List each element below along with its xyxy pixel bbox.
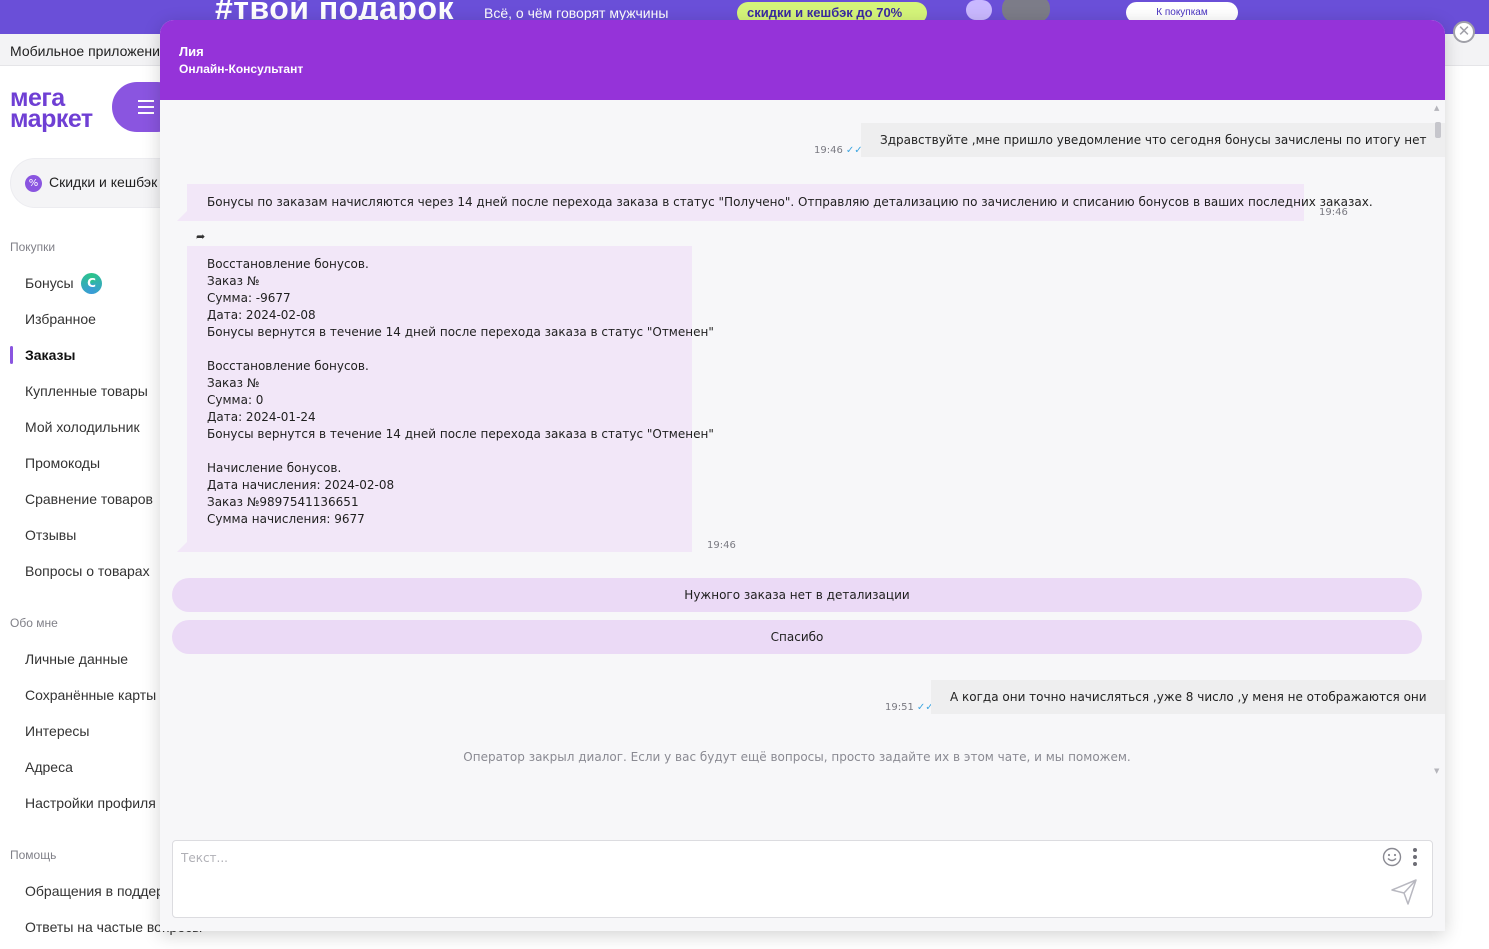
detail-line: Восстановление бонусов.: [207, 257, 369, 271]
detail-line: Заказ №: [207, 376, 260, 390]
sidebar-item-compare[interactable]: Сравнение товаров: [25, 491, 153, 507]
sidebar-item-questions[interactable]: Вопросы о товарах: [25, 563, 150, 579]
sidebar-item-favorites[interactable]: Избранное: [25, 311, 96, 327]
emoji-icon[interactable]: [1382, 847, 1402, 867]
sidebar-item-bonuses[interactable]: Бонусы: [25, 275, 74, 291]
send-icon[interactable]: [1390, 878, 1418, 906]
detail-line: Сумма: 0: [207, 393, 264, 407]
hamburger-icon: [138, 100, 154, 114]
outgoing-message: Здравствуйте ,мне пришло уведомление что…: [861, 123, 1445, 157]
forward-icon: ➦: [196, 230, 206, 243]
message-time-text: 19:51: [885, 702, 914, 713]
sidebar-item-personal-data[interactable]: Личные данные: [25, 651, 128, 667]
megamarket-logo[interactable]: мега маркет: [10, 85, 110, 134]
promo-chat-bubble-icon: [966, 0, 992, 20]
sidebar-item-interests[interactable]: Интересы: [25, 723, 89, 739]
message-time: 19:51 ✓✓: [885, 702, 934, 713]
sidebar-item-promocodes[interactable]: Промокоды: [25, 455, 100, 471]
detail-line: Заказ №: [207, 274, 260, 288]
sidebar-item-reviews[interactable]: Отзывы: [25, 527, 76, 543]
sidebar-item-addresses[interactable]: Адреса: [25, 759, 73, 775]
detail-line: Дата: 2024-02-08: [207, 308, 316, 322]
sidebar-item-orders[interactable]: Заказы: [25, 347, 75, 363]
message-text: А когда они точно начисляться ,уже 8 чис…: [950, 690, 1427, 704]
sidebar-section-help: Помощь: [10, 848, 57, 862]
promo-subtitle: Всё, о чём говорят мужчины: [484, 5, 669, 21]
detail-line: Заказ №9897541136651: [207, 495, 359, 509]
detail-line: Сумма начисления: 9677: [207, 512, 365, 526]
close-chat-button[interactable]: ✕: [1453, 21, 1475, 43]
chat-scrollbar[interactable]: ▲ ▼: [1434, 104, 1442, 776]
chat-window: Лия Онлайн-Консультант 19:46 ✓✓ Здравству…: [160, 20, 1445, 931]
message-input[interactable]: [181, 847, 1361, 869]
message-text: Здравствуйте ,мне пришло уведомление что…: [880, 133, 1427, 147]
incoming-message: Бонусы по заказам начисляются через 14 д…: [177, 184, 1373, 221]
search-text: Скидки и кешбэк: [49, 174, 158, 190]
logo-line-2: маркет: [10, 105, 93, 134]
detail-line: Бонусы вернутся в течение 14 дней после …: [207, 325, 714, 339]
message-composer: [172, 840, 1433, 918]
agent-role: Онлайн-Консультант: [179, 62, 304, 76]
message-time: 19:46 ✓✓: [814, 145, 863, 156]
outgoing-message: А когда они точно начисляться ,уже 8 чис…: [931, 680, 1445, 714]
sidebar-item-profile-settings[interactable]: Настройки профиля: [25, 795, 156, 811]
scrollbar-thumb[interactable]: [1435, 122, 1441, 138]
detail-gap: [207, 443, 672, 460]
sidebar-section-about-me: Обо мне: [10, 616, 58, 630]
detail-line: Восстановление бонусов.: [207, 359, 369, 373]
detail-line: Бонусы вернутся в течение 14 дней после …: [207, 427, 714, 441]
bonus-coin-icon: C: [81, 273, 102, 294]
message-time: 19:46: [707, 540, 736, 551]
message-time-text: 19:46: [814, 145, 843, 156]
message-time: 19:46: [1319, 207, 1348, 218]
mobile-app-link[interactable]: Мобильное приложение: [10, 43, 168, 59]
more-vertical-icon[interactable]: [1411, 847, 1419, 867]
scroll-down-arrow-icon[interactable]: ▼: [1434, 767, 1439, 775]
sidebar-item-saved-cards[interactable]: Сохранённые карты: [25, 687, 156, 703]
sidebar-section-purchases: Покупки: [10, 240, 56, 254]
percent-icon: %: [25, 175, 42, 192]
promo-mascot-image: [1002, 0, 1050, 22]
detail-line: Дата: 2024-01-24: [207, 410, 316, 424]
scroll-up-arrow-icon[interactable]: ▲: [1434, 104, 1439, 112]
message-text: Бонусы по заказам начисляются через 14 д…: [207, 195, 1373, 209]
chat-header: Лия Онлайн-Консультант: [160, 20, 1445, 100]
detail-line: Начисление бонусов.: [207, 461, 342, 475]
quick-reply-thanks[interactable]: Спасибо: [172, 620, 1422, 654]
sidebar-item-purchased[interactable]: Купленные товары: [25, 383, 148, 399]
agent-name: Лия: [179, 44, 204, 59]
sidebar-item-fridge[interactable]: Мой холодильник: [25, 419, 140, 435]
active-item-marker: [10, 346, 13, 364]
dialog-closed-note: Оператор закрыл диалог. Если у вас будут…: [463, 750, 1131, 764]
detail-gap: [207, 341, 672, 358]
detail-line: Сумма: -9677: [207, 291, 291, 305]
quick-reply-order-missing[interactable]: Нужного заказа нет в детализации: [172, 578, 1422, 612]
incoming-message-details: Восстановление бонусов. Заказ № Сумма: -…: [177, 246, 714, 552]
detail-line: Дата начисления: 2024-02-08: [207, 478, 395, 492]
